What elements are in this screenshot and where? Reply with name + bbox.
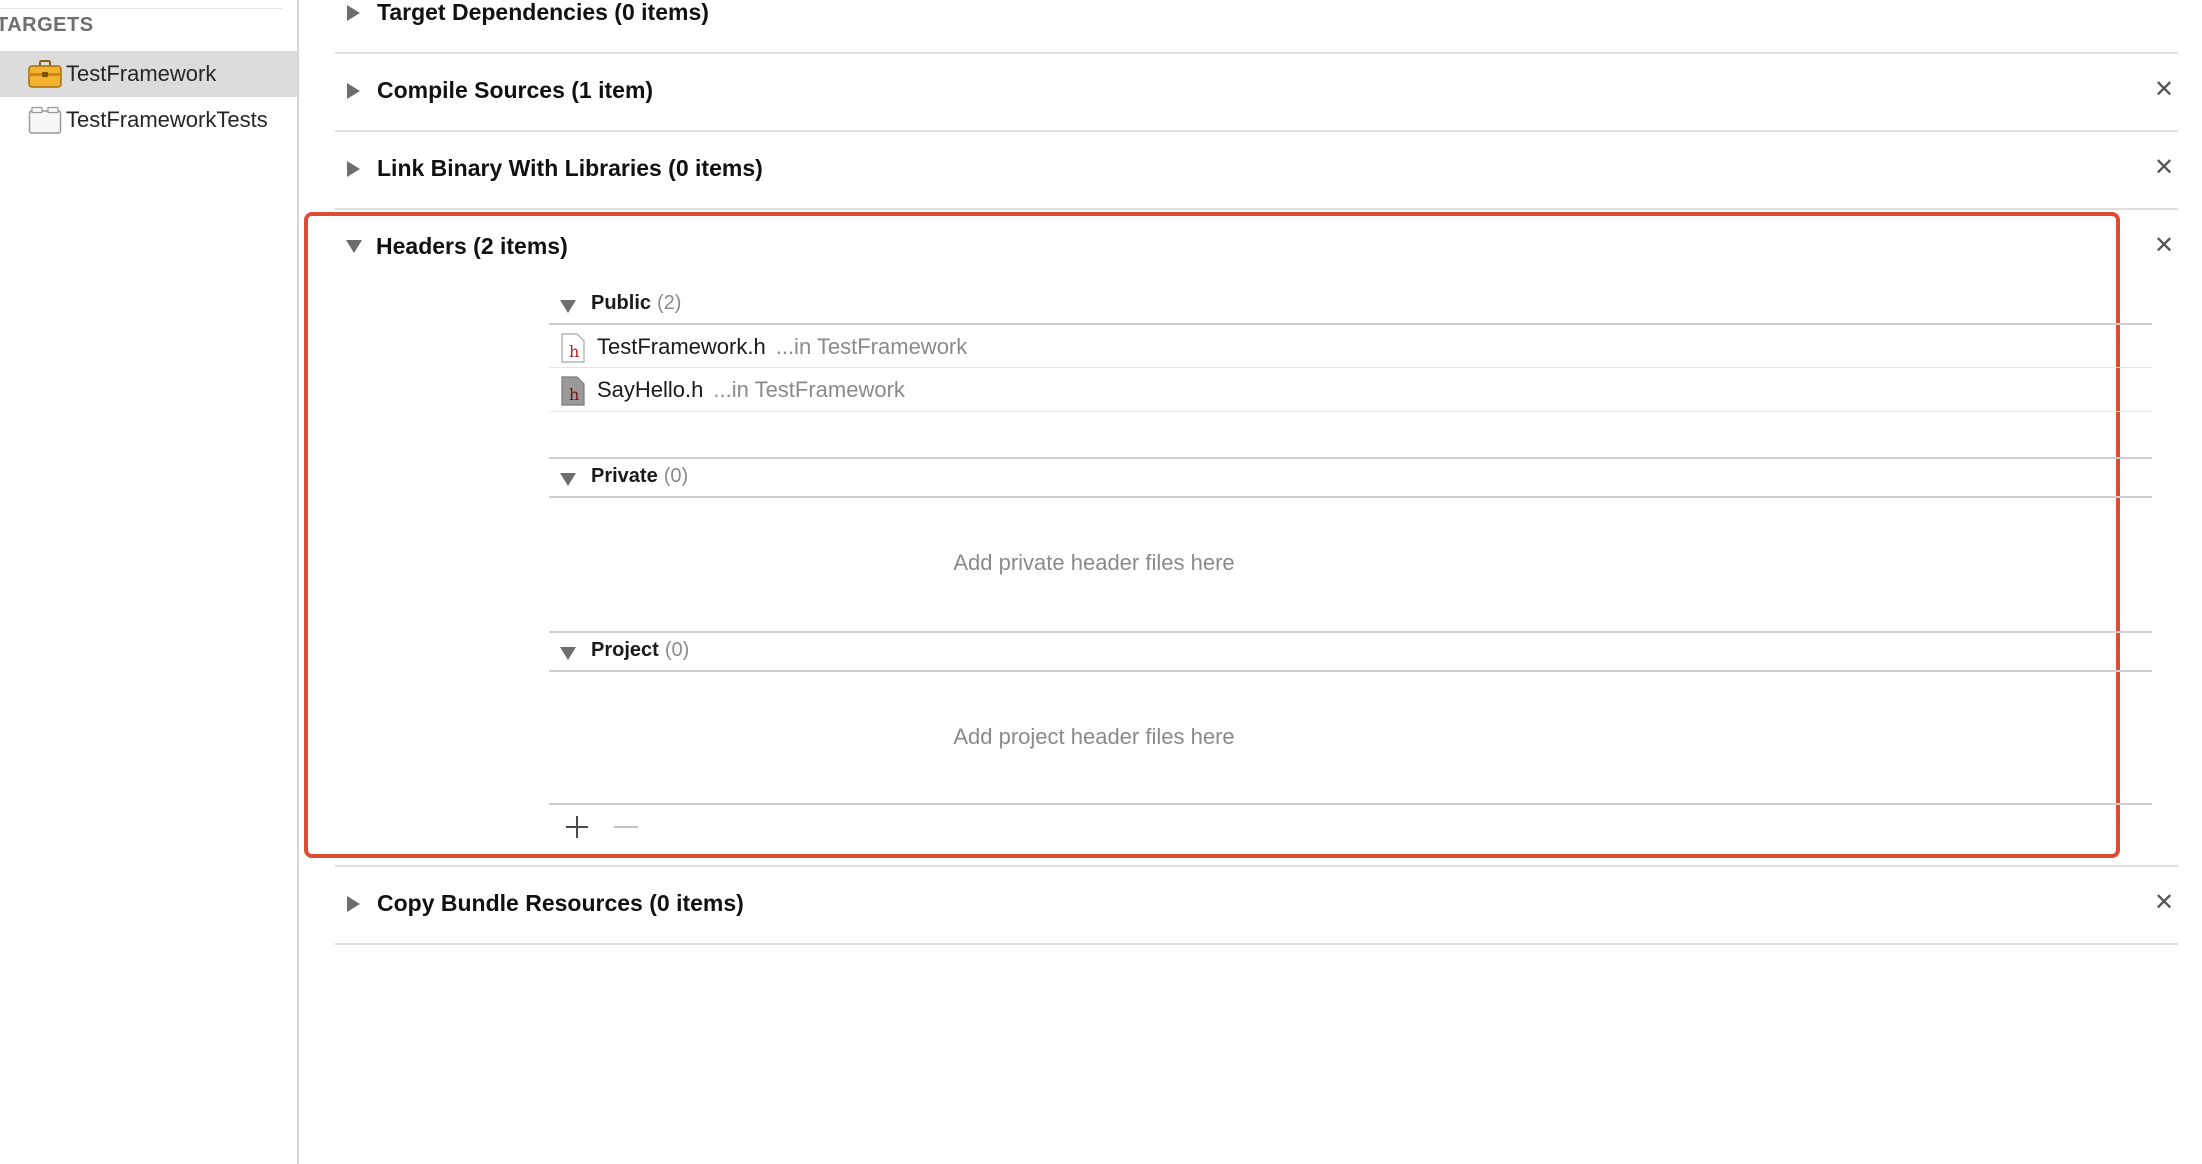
sidebar-item-testframework[interactable]: TestFramework bbox=[0, 51, 297, 97]
test-bundle-icon bbox=[28, 106, 62, 134]
divider bbox=[549, 411, 2152, 412]
group-count: (0) bbox=[664, 639, 690, 661]
header-file-icon: h bbox=[561, 376, 585, 406]
group-name: Public (2) bbox=[591, 292, 682, 314]
disclosure-triangle-collapsed-icon[interactable] bbox=[345, 82, 361, 100]
phase-compile-sources[interactable]: Compile Sources (1 item) ✕ bbox=[335, 52, 2178, 132]
group-count: (0) bbox=[663, 465, 689, 487]
disclosure-triangle-expanded-icon[interactable] bbox=[559, 471, 577, 487]
headers-group-private[interactable]: Private (0) bbox=[549, 457, 2152, 497]
file-location: ...in TestFramework bbox=[713, 377, 905, 402]
group-name: Private (0) bbox=[591, 465, 689, 487]
svg-text:h: h bbox=[569, 385, 579, 404]
headers-group-project[interactable]: Project (0) bbox=[549, 631, 2152, 671]
sidebar-item-label: TestFramework bbox=[66, 61, 217, 86]
sidebar-divider bbox=[0, 8, 282, 9]
group-name: Project (0) bbox=[591, 639, 690, 661]
add-icon[interactable] bbox=[562, 812, 592, 842]
disclosure-triangle-collapsed-icon[interactable] bbox=[345, 895, 361, 913]
project-drop-placeholder[interactable]: Add project header files here bbox=[549, 724, 1639, 750]
framework-toolbox-icon bbox=[28, 60, 62, 88]
file-location: ...in TestFramework bbox=[775, 334, 968, 359]
targets-header: TARGETS bbox=[0, 14, 94, 36]
disclosure-triangle-expanded-icon[interactable] bbox=[559, 298, 577, 314]
phase-title-headers[interactable]: Headers (2 items) bbox=[376, 233, 568, 260]
targets-sidebar: TARGETS TestFramework TestFrameworkTests bbox=[0, 0, 299, 1164]
sidebar-item-label: TestFrameworkTests bbox=[66, 107, 268, 132]
phase-title: Target Dependencies (0 items) bbox=[377, 0, 709, 25]
sidebar-item-testframeworktests[interactable]: TestFrameworkTests bbox=[0, 97, 297, 143]
phase-copy-bundle-resources[interactable]: Copy Bundle Resources (0 items) ✕ bbox=[335, 865, 2178, 945]
phase-title: Link Binary With Libraries (0 items) bbox=[377, 155, 763, 181]
divider bbox=[549, 496, 2152, 498]
disclosure-triangle-expanded-icon[interactable] bbox=[559, 645, 577, 661]
phase-target-dependencies[interactable]: Target Dependencies (0 items) bbox=[335, 0, 2178, 54]
phase-title: Compile Sources (1 item) bbox=[377, 77, 654, 103]
delete-phase-icon[interactable]: ✕ bbox=[2150, 154, 2178, 182]
remove-icon[interactable] bbox=[614, 826, 638, 828]
disclosure-triangle-collapsed-icon[interactable] bbox=[345, 4, 361, 22]
svg-text:h: h bbox=[569, 342, 579, 361]
delete-phase-icon[interactable]: ✕ bbox=[2150, 76, 2178, 104]
disclosure-triangle-collapsed-icon[interactable] bbox=[345, 160, 361, 178]
file-row[interactable]: h TestFramework.h ...in TestFramework bbox=[549, 325, 2152, 369]
delete-phase-icon[interactable]: ✕ bbox=[2150, 232, 2178, 260]
phase-title: Copy Bundle Resources (0 items) bbox=[377, 890, 744, 916]
file-row[interactable]: h SayHello.h ...in TestFramework bbox=[549, 368, 2152, 412]
group-count: (2) bbox=[657, 292, 682, 314]
file-name: SayHello.h ...in TestFramework bbox=[597, 377, 905, 402]
header-file-icon: h bbox=[561, 333, 585, 363]
delete-phase-icon[interactable]: ✕ bbox=[2150, 889, 2178, 917]
divider bbox=[549, 803, 2152, 805]
headers-group-public[interactable]: Public (2) bbox=[549, 284, 2152, 324]
phase-link-binary[interactable]: Link Binary With Libraries (0 items) ✕ bbox=[335, 130, 2178, 210]
private-drop-placeholder[interactable]: Add private header files here bbox=[549, 550, 1639, 576]
disclosure-triangle-expanded-icon[interactable] bbox=[345, 238, 363, 254]
file-name: TestFramework.h ...in TestFramework bbox=[597, 334, 968, 359]
divider bbox=[549, 670, 2152, 672]
